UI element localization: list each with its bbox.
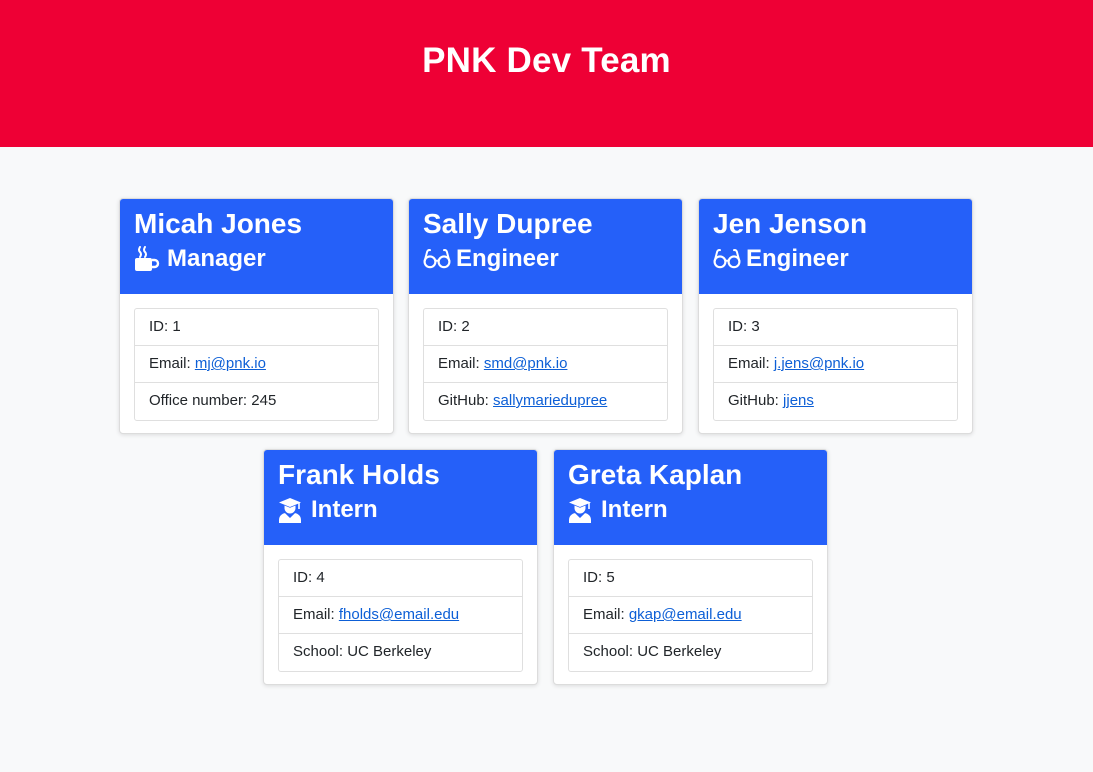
email-link[interactable]: mj@pnk.io [195,355,266,372]
employee-role: Engineer [423,244,668,274]
page-title: PNK Dev Team [422,41,671,80]
school-label: School: [583,643,638,660]
github-row: GitHub: jjens [714,383,957,420]
office-number-label: Office number: [149,392,252,409]
card-header: Jen Jenson Engineer [699,199,972,294]
employee-details-list: ID: 1 Email: mj@pnk.io Office number: 24… [134,308,379,421]
email-link[interactable]: fholds@email.edu [339,606,459,623]
employee-email-row: Email: gkap@email.edu [569,597,812,634]
graduate-icon [568,497,596,523]
email-label: Email: [149,355,195,372]
employee-card-manager: Micah Jones Manager ID: 1 Email: mj@pnk.… [119,198,394,434]
glasses-icon [713,246,741,272]
office-number-value: 245 [251,392,277,409]
github-label: GitHub: [438,392,494,409]
employee-email-row: Email: j.jens@pnk.io [714,346,957,383]
school-value: UC Berkeley [637,643,722,660]
employee-email-row: Email: smd@pnk.io [424,346,667,383]
email-link[interactable]: gkap@email.edu [629,606,742,623]
school-row: School: UC Berkeley [279,634,522,671]
email-label: Email: [293,606,339,623]
card-header: Sally Dupree Engineer [409,199,682,294]
employee-details-list: ID: 5 Email: gkap@email.edu School: UC B… [568,559,813,672]
employee-id: ID: 3 [714,309,957,346]
employee-name: Frank Holds [278,459,440,490]
email-label: Email: [583,606,629,623]
school-row: School: UC Berkeley [569,634,812,671]
coffee-icon [134,246,162,272]
page-header: PNK Dev Team [0,0,1093,147]
employee-card-engineer: Jen Jenson Engineer ID: 3 Email: j.jens@… [698,198,973,434]
employee-role: Engineer [713,244,958,274]
employee-name: Greta Kaplan [568,459,743,490]
employee-card-intern: Greta Kaplan Intern ID: 5 Email: gkap@em… [553,449,828,685]
employee-card-intern: Frank Holds Intern ID: 4 Email: fholds@e… [263,449,538,685]
employee-id: ID: 4 [279,560,522,597]
employee-id: ID: 5 [569,560,812,597]
employee-role: Manager [134,244,379,274]
employee-role: Intern [568,495,813,525]
role-label: Engineer [746,245,849,272]
school-value: UC Berkeley [347,643,432,660]
github-link[interactable]: jjens [783,392,814,409]
role-label: Engineer [456,245,559,272]
role-label: Manager [167,245,266,272]
employee-id: ID: 1 [135,309,378,346]
email-link[interactable]: j.jens@pnk.io [774,355,864,372]
employee-id: ID: 2 [424,309,667,346]
employee-card-engineer: Sally Dupree Engineer ID: 2 Email: smd@p… [408,198,683,434]
email-label: Email: [438,355,484,372]
employee-name: Jen Jenson [713,208,868,239]
card-header: Frank Holds Intern [264,450,537,545]
role-label: Intern [311,496,378,523]
employee-role: Intern [278,495,523,525]
employee-email-row: Email: fholds@email.edu [279,597,522,634]
graduate-icon [278,497,306,523]
role-label: Intern [601,496,668,523]
glasses-icon [423,246,451,272]
email-label: Email: [728,355,774,372]
employee-email-row: Email: mj@pnk.io [135,346,378,383]
github-label: GitHub: [728,392,784,409]
github-row: GitHub: sallymariedupree [424,383,667,420]
office-number-row: Office number: 245 [135,383,378,420]
employee-details-list: ID: 3 Email: j.jens@pnk.io GitHub: jjens [713,308,958,421]
employee-name: Sally Dupree [423,208,593,239]
employee-details-list: ID: 2 Email: smd@pnk.io GitHub: sallymar… [423,308,668,421]
school-label: School: [293,643,348,660]
employee-details-list: ID: 4 Email: fholds@email.edu School: UC… [278,559,523,672]
card-header: Micah Jones Manager [120,199,393,294]
employee-name: Micah Jones [134,208,303,239]
email-link[interactable]: smd@pnk.io [484,355,568,372]
github-link[interactable]: sallymariedupree [493,392,607,409]
card-header: Greta Kaplan Intern [554,450,827,545]
